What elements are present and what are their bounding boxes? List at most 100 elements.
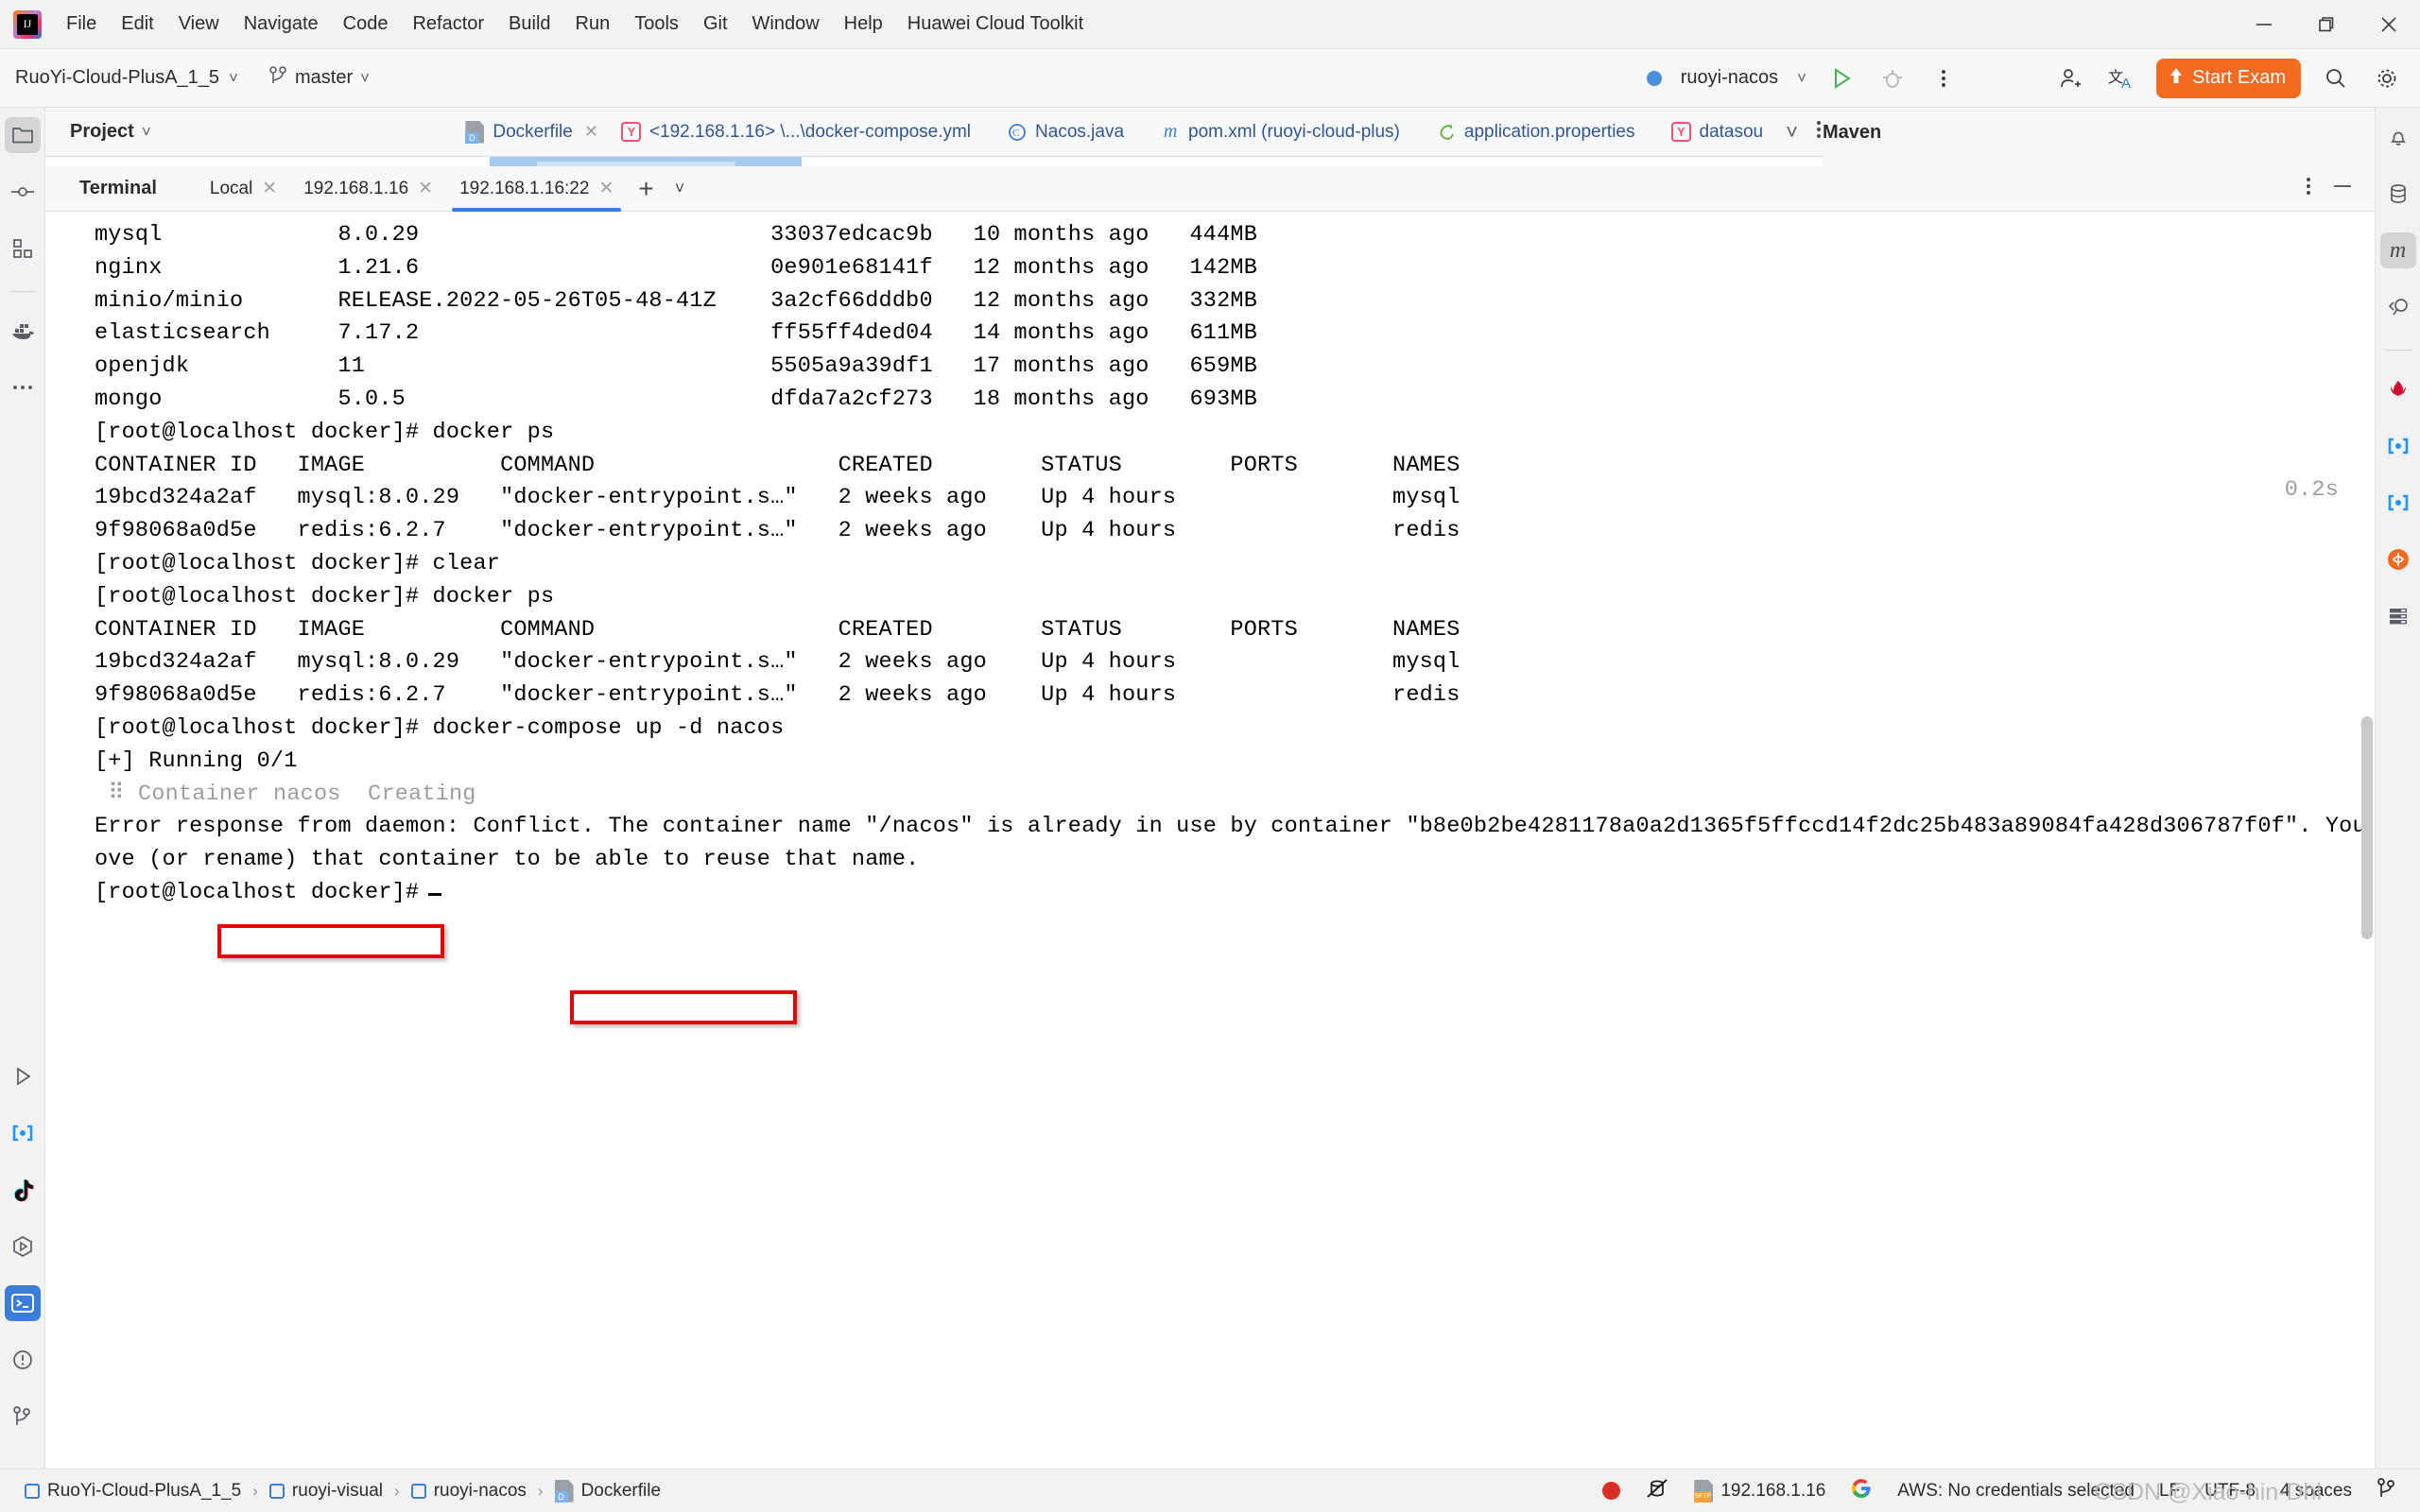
terminal-tab-local[interactable]: Local ✕ — [197, 166, 290, 212]
editor-tab-dockerfile[interactable]: D Dockerfile ✕ — [453, 108, 610, 157]
editor-tab-application-properties[interactable]: application.properties — [1425, 108, 1647, 157]
database-icon[interactable] — [2380, 176, 2416, 212]
search-icon[interactable] — [2320, 62, 2352, 94]
ali-icon[interactable] — [2380, 541, 2416, 577]
endpoints-icon[interactable] — [5, 1228, 41, 1264]
aws-credentials-label[interactable]: AWS: No credentials selected — [1897, 1481, 2135, 1502]
breadcrumb-item-ruoyi-nacos[interactable]: ruoyi-nacos — [410, 1480, 527, 1502]
close-icon[interactable]: ✕ — [598, 178, 614, 199]
menu-item-run[interactable]: Run — [574, 9, 613, 39]
gear-icon[interactable] — [2371, 62, 2403, 94]
menu-item-huawei-cloud-toolkit[interactable]: Huawei Cloud Toolkit — [906, 9, 1085, 39]
intellij-logo-icon: IJ — [13, 9, 42, 39]
menu-bar: File Edit View Navigate Code Refactor Bu… — [64, 9, 1085, 39]
project-chevron-down-icon[interactable]: ˅ — [142, 123, 151, 142]
docker-icon[interactable] — [5, 313, 41, 349]
add-user-icon[interactable] — [2054, 62, 2086, 94]
chevron-down-icon[interactable]: ˅ — [666, 179, 695, 198]
huawei-icon[interactable] — [2380, 371, 2416, 407]
project-selector-label[interactable]: RuoYi-Cloud-PlusA_1_5 — [15, 67, 219, 89]
minimize-icon[interactable] — [2233, 0, 2295, 49]
terminal-line: ⠿ Container nacos Creating — [95, 781, 476, 807]
terminal-options-icon[interactable] — [2305, 175, 2312, 203]
more-icon[interactable] — [1927, 62, 1960, 94]
branch-label[interactable]: master — [295, 67, 353, 89]
close-icon[interactable]: ✕ — [418, 178, 433, 199]
services-icon[interactable] — [2380, 428, 2416, 464]
menu-item-tools[interactable]: Tools — [632, 9, 681, 39]
menu-item-git[interactable]: Git — [701, 9, 730, 39]
services-icon[interactable] — [5, 1115, 41, 1151]
project-icon[interactable] — [4, 117, 41, 153]
commit-icon[interactable] — [5, 174, 41, 210]
window-controls — [2233, 0, 2420, 49]
debug-icon[interactable] — [1876, 62, 1909, 94]
menu-item-refactor[interactable]: Refactor — [410, 9, 486, 39]
search-everywhere-icon[interactable] — [2380, 289, 2416, 325]
tabs-more-icon[interactable] — [1815, 118, 1823, 146]
menu-item-navigate[interactable]: Navigate — [242, 9, 320, 39]
structure-icon[interactable] — [5, 231, 41, 266]
editor-tab-docker-compose-yml[interactable]: Y <192.168.1.16> \...\docker-compose.yml — [610, 108, 982, 157]
menu-item-file[interactable]: File — [64, 9, 98, 39]
line-separator-label[interactable]: LF — [2159, 1481, 2180, 1502]
breadcrumb-separator-icon: › — [252, 1481, 258, 1500]
notifications-icon[interactable] — [2380, 119, 2416, 155]
add-terminal-tab-icon[interactable]: + — [627, 175, 665, 202]
terminal-tab-192-168-1-16[interactable]: 192.168.1.16 ✕ — [290, 166, 446, 212]
hide-tool-window-icon[interactable] — [2331, 175, 2354, 203]
yaml-icon: Y — [621, 122, 642, 143]
record-icon[interactable] — [1602, 1482, 1621, 1500]
terminal-scrollbar[interactable] — [2361, 217, 2373, 1446]
menu-item-code[interactable]: Code — [341, 9, 390, 39]
sftp-host[interactable]: SFTP 192.168.1.16 — [1694, 1479, 1825, 1503]
project-tool-header[interactable]: Project ˅ — [70, 121, 453, 143]
module-icon — [410, 1483, 426, 1499]
breadcrumb-label: Dockerfile — [580, 1480, 662, 1501]
terminal-icon[interactable] — [4, 1285, 41, 1321]
terminal-output[interactable]: mysql 8.0.29 33037edcac9b 10 months ago … — [45, 212, 2375, 1469]
git-icon[interactable] — [5, 1399, 41, 1435]
more-icon[interactable] — [5, 369, 41, 405]
breadcrumb-item-project[interactable]: RuoYi-Cloud-PlusA_1_5 — [25, 1481, 241, 1502]
run-config-label[interactable]: ruoyi-nacos — [1681, 67, 1778, 89]
chevron-down-icon[interactable]: ˅ — [229, 69, 238, 88]
breadcrumb-item-ruoyi-visual[interactable]: ruoyi-visual — [268, 1481, 383, 1502]
terminal-cursor — [428, 892, 442, 896]
db-disconnect-icon[interactable] — [1645, 1477, 1669, 1505]
menu-item-build[interactable]: Build — [507, 9, 552, 39]
close-icon[interactable]: ✕ — [584, 122, 598, 142]
terminal-tab-192-168-1-16-22[interactable]: 192.168.1.16:22 ✕ — [446, 166, 627, 212]
maven-icon[interactable]: m — [2379, 232, 2416, 268]
menu-item-help[interactable]: Help — [842, 9, 885, 39]
menu-item-view[interactable]: View — [177, 9, 221, 39]
close-icon[interactable]: ✕ — [262, 178, 277, 199]
start-exam-button[interactable]: Start Exam — [2156, 58, 2301, 98]
editor-tab-datasource[interactable]: Y datasou — [1660, 108, 1775, 157]
editor-tab-label: application.properties — [1463, 121, 1635, 142]
terminal-line: Error response from daemon: Conflict. Th… — [95, 814, 2375, 840]
tabs-chevron-down-icon[interactable]: ˅ — [1786, 120, 1798, 145]
close-icon[interactable] — [2358, 0, 2420, 49]
tiktok-icon[interactable] — [5, 1172, 41, 1208]
problems-icon[interactable] — [5, 1342, 41, 1378]
run-config-chevron-down-icon[interactable]: ˅ — [1797, 69, 1806, 88]
menu-item-window[interactable]: Window — [751, 9, 821, 39]
restore-icon[interactable] — [2295, 0, 2358, 49]
translate-icon[interactable]: 文 A — [2105, 62, 2137, 94]
indent-label[interactable]: 4 spaces — [2280, 1481, 2352, 1502]
editor-tab-pom-xml[interactable]: m pom.xml (ruoyi-cloud-plus) — [1149, 108, 1411, 157]
encoding-label[interactable]: UTF-8 — [2204, 1481, 2256, 1502]
menu-item-edit[interactable]: Edit — [119, 9, 155, 39]
services2-icon[interactable] — [2380, 485, 2416, 521]
terminal-scrollbar-thumb[interactable] — [2361, 716, 2373, 939]
run-icon[interactable] — [1825, 62, 1858, 94]
git-branch-icon[interactable] — [2377, 1477, 2397, 1505]
google-icon[interactable] — [1850, 1477, 1873, 1505]
run-tool-icon[interactable] — [5, 1058, 41, 1094]
branch-chevron-down-icon[interactable]: ˅ — [360, 69, 370, 88]
breadcrumb-item-dockerfile[interactable]: D Dockerfile — [554, 1479, 662, 1503]
breadcrumb-label: ruoyi-nacos — [433, 1480, 527, 1501]
layers-icon[interactable] — [2380, 598, 2416, 634]
editor-tab-nacos-java[interactable]: C Nacos.java — [995, 108, 1135, 157]
